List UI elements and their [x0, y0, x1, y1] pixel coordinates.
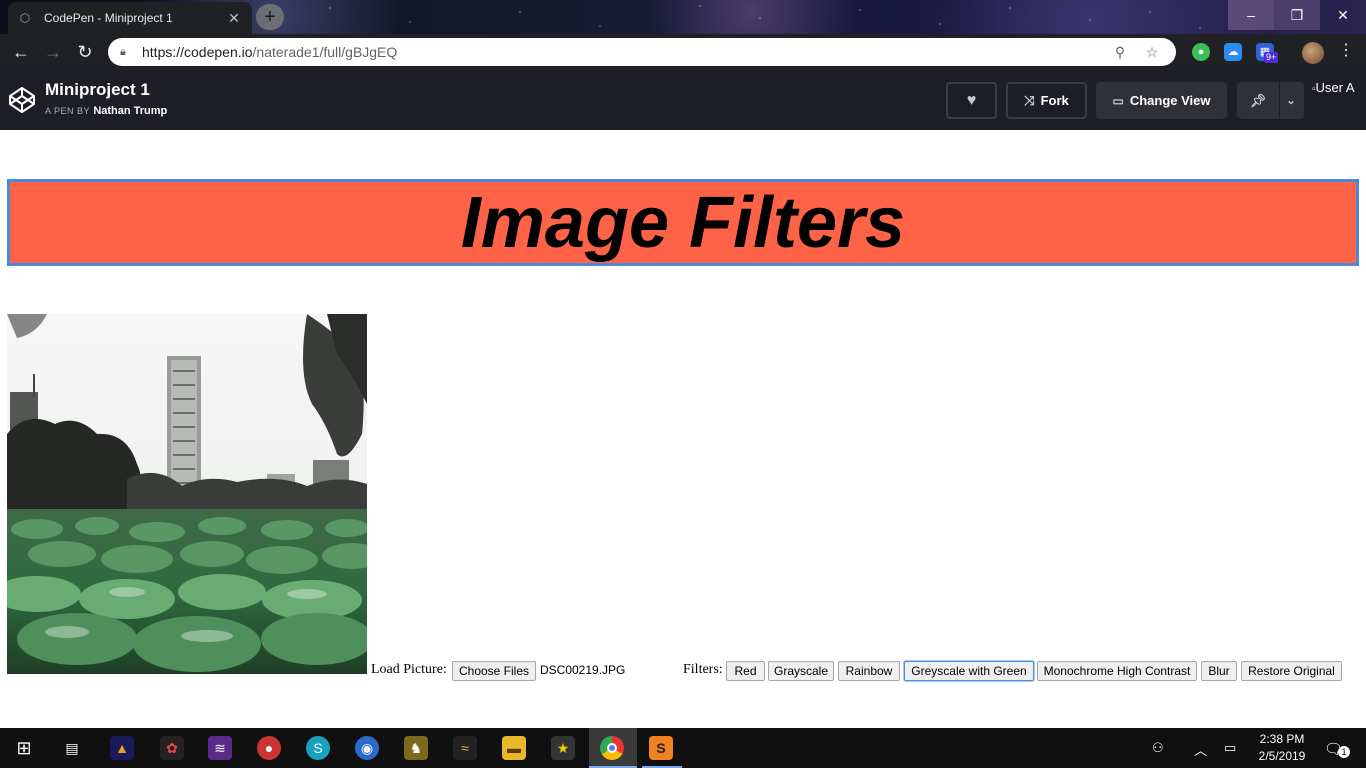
minimize-button[interactable]: – — [1228, 0, 1274, 30]
extension-green-icon[interactable]: ● — [1192, 43, 1210, 61]
app-icon-4[interactable]: ● — [257, 736, 281, 760]
pen-author-line: A PEN BY Nathan Trump — [45, 105, 167, 117]
app-icon-10[interactable]: ★ — [551, 736, 575, 760]
filter-controls: Load Picture: Choose Files DSC00219.JPG … — [371, 661, 1361, 681]
pen-title[interactable]: Miniproject 1 — [45, 80, 150, 100]
app-icon-7[interactable]: ♞ — [404, 736, 428, 760]
app-icon-1[interactable]: ▲ — [110, 736, 134, 760]
app-icon-8[interactable]: ≈ — [453, 736, 477, 760]
pen-by-prefix: A PEN BY — [45, 106, 91, 116]
tray-chevron-up-icon[interactable]: ︿ — [1194, 740, 1207, 759]
app-icon-3[interactable]: ≋ — [208, 736, 232, 760]
heading-banner: Image Filters — [7, 179, 1359, 266]
zoom-icon[interactable]: ⚲ — [1108, 44, 1132, 61]
back-icon[interactable]: ← — [6, 37, 36, 67]
lock-icon: 🔒︎ — [120, 46, 126, 58]
url-text[interactable]: https://codepen.io/naterade1/full/gBJgEQ — [142, 44, 1100, 60]
filter-blur-button[interactable]: Blur — [1201, 661, 1237, 681]
forward-icon[interactable]: → — [38, 37, 68, 67]
pin-button[interactable]: 📌︎ — [1237, 82, 1279, 119]
app-icon-2[interactable]: ✿ — [160, 736, 184, 760]
file-explorer-icon[interactable]: ▬ — [502, 736, 526, 760]
filter-monochrome-button[interactable]: Monochrome High Contrast — [1037, 661, 1197, 681]
load-picture-label: Load Picture: — [371, 662, 447, 677]
restore-original-button[interactable]: Restore Original — [1241, 661, 1342, 681]
tab-title: CodePen - Miniproject 1 — [44, 11, 173, 25]
filtered-image-canvas — [7, 314, 367, 674]
browser-tab[interactable]: ⬡ CodePen - Miniproject 1 ✕ — [8, 2, 252, 34]
user-avatar[interactable]: ▫User A — [1312, 80, 1355, 95]
close-window-button[interactable]: ✕ — [1320, 0, 1366, 30]
profile-avatar[interactable] — [1302, 42, 1324, 64]
fork-button[interactable]: ⤨ Fork — [1006, 82, 1087, 119]
bookmark-star-icon[interactable]: ☆ — [1140, 44, 1164, 61]
clock-time: 2:38 PM — [1259, 732, 1305, 746]
page-heading: Image Filters — [460, 182, 906, 263]
battery-icon[interactable]: ▭ — [1224, 740, 1236, 756]
notification-count: 1 — [1338, 746, 1350, 758]
codepen-logo-icon[interactable] — [8, 86, 36, 114]
pin-icon: 📌︎ — [1249, 92, 1267, 108]
love-button[interactable]: ♥ — [946, 82, 997, 119]
filter-rainbow-button[interactable]: Rainbow — [838, 661, 900, 681]
app-icon-6[interactable]: ◉ — [355, 736, 379, 760]
people-icon[interactable]: ⚇ — [1152, 740, 1164, 756]
chrome-icon[interactable] — [600, 736, 624, 760]
chevron-down-icon: ⌄ — [1286, 95, 1296, 107]
extension-cloud-icon[interactable]: ☁ — [1224, 43, 1242, 61]
change-view-label: Change View — [1129, 93, 1211, 108]
windows-start-icon[interactable]: ⊞ — [12, 736, 36, 760]
heart-icon: ♥ — [966, 91, 977, 109]
pen-author[interactable]: Nathan Trump — [93, 105, 167, 117]
clock[interactable]: 2:38 PM 2/5/2019 — [1256, 731, 1308, 765]
pin-dropdown-button[interactable]: ⌄ — [1279, 82, 1304, 119]
app-icon-5[interactable]: S — [306, 736, 330, 760]
extension-badge: 9+ — [1264, 52, 1279, 63]
user-avatar-alt: User A — [1315, 80, 1355, 95]
address-bar[interactable]: 🔒︎ https://codepen.io/naterade1/full/gBJ… — [108, 38, 1176, 66]
photo-illustration — [7, 314, 367, 674]
task-view-icon[interactable]: ▤ — [60, 736, 84, 760]
taskbar: ⊞ ▤ ▲ ✿ ≋ ● S ◉ ♞ ≈ ▬ ★ S ⚇ ︿ ▭ 2:38 PM … — [0, 728, 1366, 768]
codepen-favicon-icon: ⬡ — [19, 11, 31, 25]
change-view-button[interactable]: ▭ Change View — [1096, 82, 1227, 119]
browser-toolbar: ← → ↻ 🔒︎ https://codepen.io/naterade1/fu… — [0, 34, 1366, 70]
selected-file-name: DSC00219.JPG — [540, 663, 626, 677]
close-tab-icon[interactable]: ✕ — [226, 10, 242, 27]
filter-grayscale-button[interactable]: Grayscale — [768, 661, 834, 681]
menu-kebab-icon[interactable]: ⋮ — [1336, 40, 1356, 60]
fork-icon: ⤨ — [1024, 92, 1035, 108]
new-tab-button[interactable]: + — [256, 4, 284, 30]
filter-greyscale-green-button[interactable]: Greyscale with Green — [904, 661, 1034, 681]
sublime-text-icon[interactable]: S — [649, 736, 673, 760]
filter-red-button[interactable]: Red — [726, 661, 765, 681]
clock-date: 2/5/2019 — [1258, 749, 1306, 763]
tab-strip: ⬡ CodePen - Miniproject 1 ✕ + – ❐ ✕ — [0, 0, 1366, 34]
maximize-button[interactable]: ❐ — [1274, 0, 1320, 30]
view-icon: ▭ — [1112, 93, 1124, 108]
fork-label: Fork — [1040, 93, 1069, 108]
choose-files-button[interactable]: Choose Files — [452, 661, 536, 681]
filters-label: Filters: — [683, 662, 723, 677]
reload-icon[interactable]: ↻ — [70, 37, 100, 67]
